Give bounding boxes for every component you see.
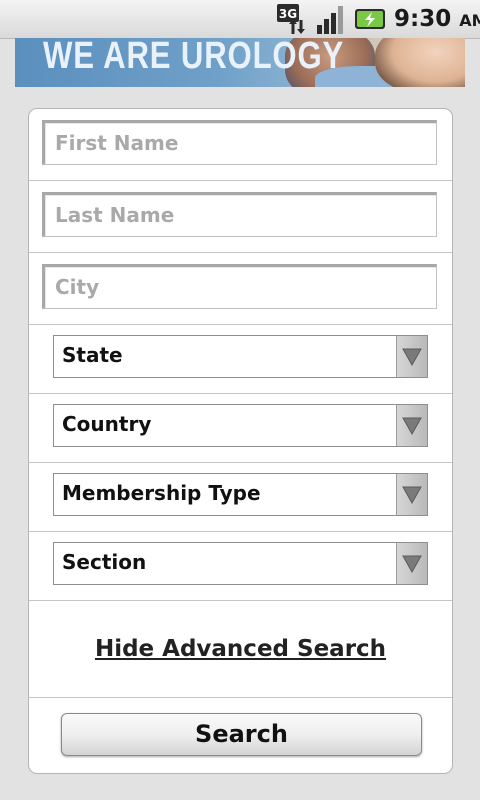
country-row: Country: [29, 394, 452, 463]
status-bar: 3G 9:30 AM: [0, 0, 480, 39]
header-banner: WE ARE UROLOGY: [15, 38, 465, 87]
state-select[interactable]: State: [53, 335, 428, 378]
battery-charging-icon: [355, 9, 385, 29]
section-select-value: Section: [62, 550, 147, 574]
country-select-value: Country: [62, 412, 152, 436]
last-name-input[interactable]: Last Name: [42, 192, 437, 237]
signal-strength-icon: [317, 6, 343, 34]
city-row: City: [29, 253, 452, 325]
state-row: State: [29, 325, 452, 394]
city-input[interactable]: City: [42, 264, 437, 309]
first-name-input[interactable]: First Name: [42, 120, 437, 165]
banner-photo-woman: [375, 38, 465, 87]
membership-type-row: Membership Type: [29, 463, 452, 532]
last-name-row: Last Name: [29, 181, 452, 253]
section-dropdown-button[interactable]: [396, 543, 427, 584]
3g-data-icon: 3G: [277, 4, 305, 34]
country-dropdown-button[interactable]: [396, 405, 427, 446]
dropdown-arrow-icon: [402, 348, 422, 366]
state-dropdown-button[interactable]: [396, 336, 427, 377]
advanced-search-row: Hide Advanced Search: [29, 601, 452, 698]
ampm-text: AM: [459, 11, 480, 30]
banner-title: WE ARE UROLOGY: [43, 38, 345, 77]
membership-type-dropdown-button[interactable]: [396, 474, 427, 515]
last-name-placeholder: Last Name: [55, 203, 175, 227]
state-select-value: State: [62, 343, 123, 367]
first-name-placeholder: First Name: [55, 131, 179, 155]
svg-text:3G: 3G: [279, 7, 297, 21]
first-name-row: First Name: [29, 109, 452, 181]
dropdown-arrow-icon: [402, 486, 422, 504]
search-button-row: Search: [29, 698, 452, 773]
search-form: First Name Last Name City State Country: [28, 108, 453, 774]
city-placeholder: City: [55, 275, 100, 299]
search-button[interactable]: Search: [61, 713, 422, 756]
section-row: Section: [29, 532, 452, 601]
time-text: 9:30: [394, 6, 452, 32]
membership-type-select-value: Membership Type: [62, 481, 261, 505]
status-time: 9:30 AM: [394, 4, 480, 34]
dropdown-arrow-icon: [402, 417, 422, 435]
dropdown-arrow-icon: [402, 555, 422, 573]
country-select[interactable]: Country: [53, 404, 428, 447]
membership-type-select[interactable]: Membership Type: [53, 473, 428, 516]
hide-advanced-search-link[interactable]: Hide Advanced Search: [29, 601, 452, 697]
section-select[interactable]: Section: [53, 542, 428, 585]
